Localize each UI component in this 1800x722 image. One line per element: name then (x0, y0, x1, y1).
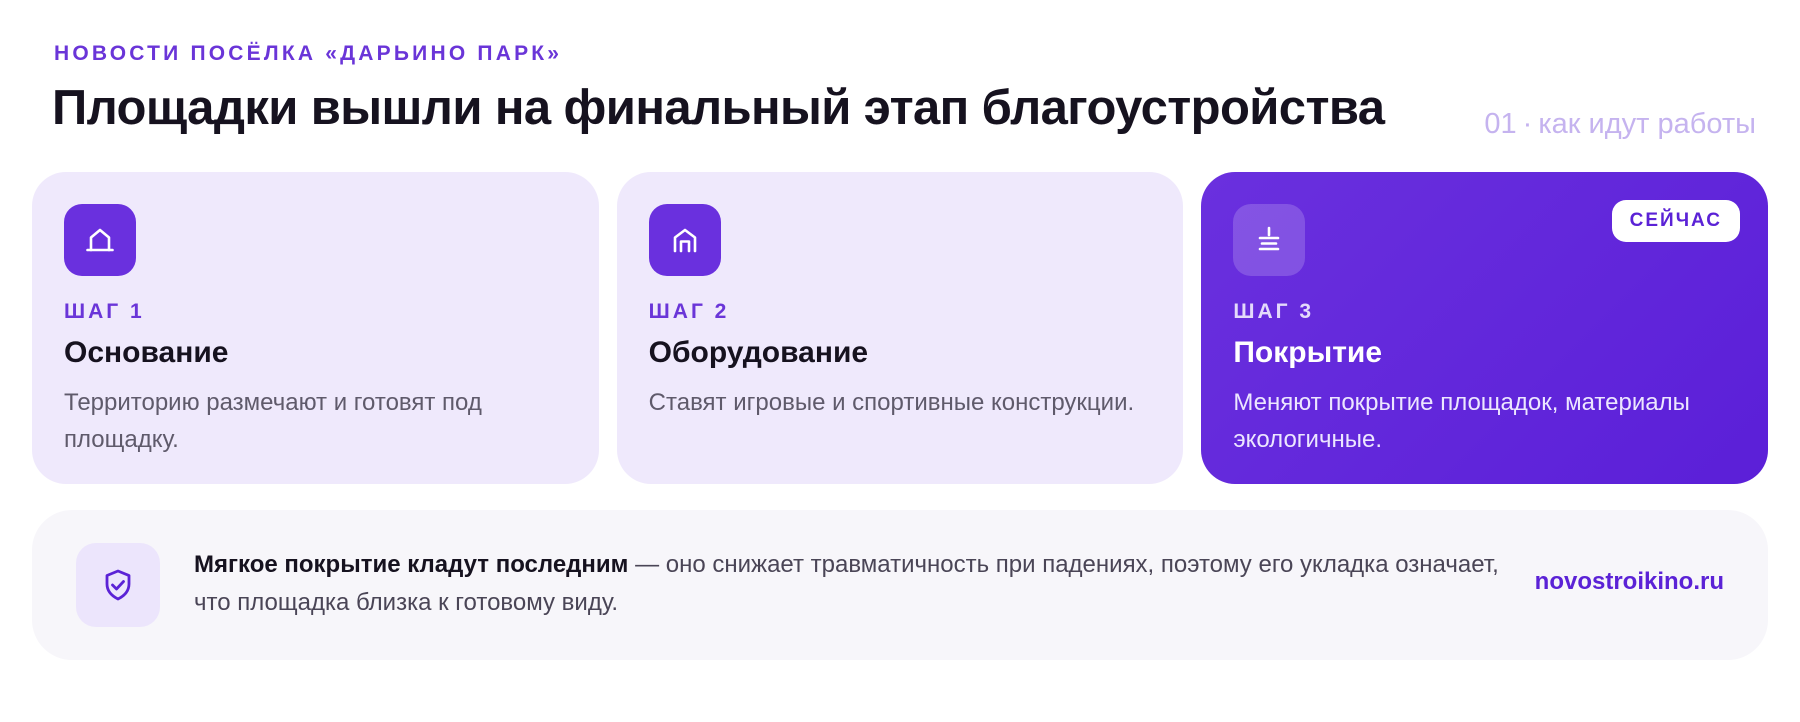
step-label: ШАГ 3 (1233, 300, 1315, 323)
step-title: Основание (64, 336, 229, 369)
step-description: Ставят игровые и спортивные конструкции. (648, 389, 1135, 416)
step-card-2: ШАГ 2 Оборудование Ставят игровые и спор… (616, 172, 1184, 484)
page-title: Площадки вышли на финальный этап благоус… (52, 81, 1385, 135)
info-note: Мягкое покрытие кладут последним — оно с… (32, 510, 1768, 660)
meta-text: как идут работы (1538, 108, 1756, 140)
meta-separator: · (1522, 108, 1533, 140)
layers-ground-icon (1233, 204, 1306, 276)
step-label: ШАГ 1 (64, 300, 145, 323)
step-description: Территорию размечают и готовят под площа… (64, 389, 482, 453)
meta-number: 01 (1484, 108, 1517, 140)
step-label: ШАГ 2 (648, 300, 730, 323)
arch-structure-icon (648, 204, 721, 276)
step-title: Покрытие (1233, 336, 1383, 369)
step-card-3: СЕЙЧАС ШАГ 3 Покрытие Меняют покрытие пл… (1201, 172, 1769, 484)
current-step-badge: СЕЙЧАС (1611, 200, 1741, 242)
shield-check-icon (76, 543, 160, 627)
step-card-1: ШАГ 1 Основание Территорию размечают и г… (32, 172, 599, 484)
note-text: Мягкое покрытие кладут последним — оно с… (194, 546, 1514, 622)
note-bold: Мягкое покрытие кладут последним (194, 551, 629, 578)
source-link[interactable]: novostroikino.ru (1535, 568, 1724, 596)
steps-list: ШАГ 1 Основание Территорию размечают и г… (32, 172, 1769, 484)
step-description: Меняют покрытие площадок, материалы экол… (1233, 389, 1690, 453)
section-meta: 01 · как идут работы (1484, 108, 1756, 141)
house-outline-icon (64, 204, 136, 276)
step-title: Оборудование (648, 336, 869, 369)
section-eyebrow: НОВОСТИ ПОСЁЛКА «ДАРЬИНО ПАРК» (54, 42, 563, 65)
